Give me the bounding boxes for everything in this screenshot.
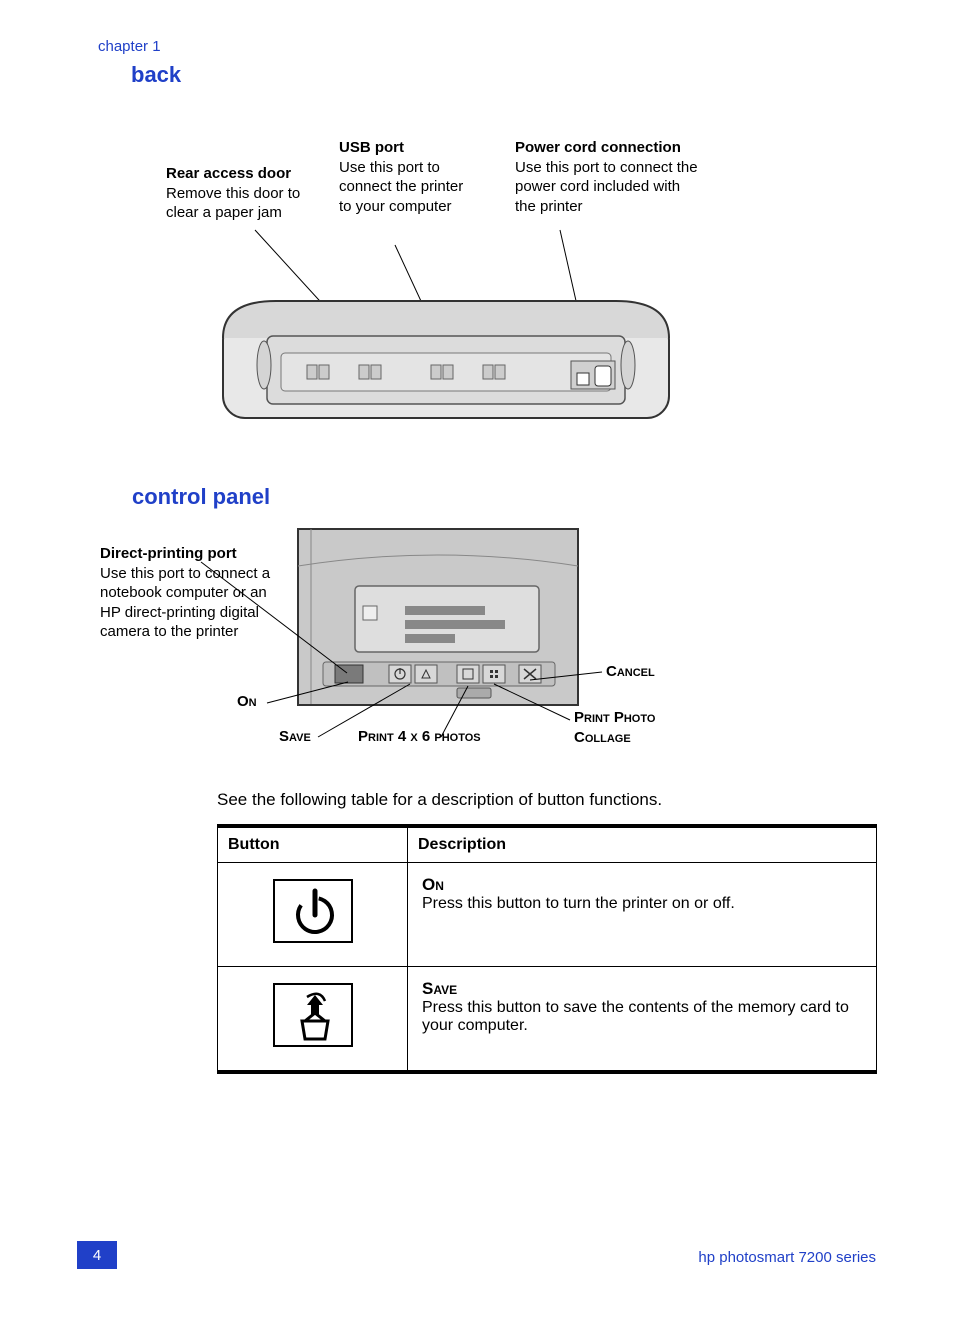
callout-title: Rear access door [166,165,291,182]
panel-label-cancel: Cancel [606,663,655,680]
callout-body: Use this port to connect a notebook comp… [100,565,270,641]
button-functions-table: Button Description On Press this button … [217,824,877,1074]
printer-control-panel-illustration [297,528,579,706]
button-name: On [422,875,444,894]
table-row: Save Press this button to save the conte… [218,967,877,1073]
callout-title: Direct-printing port [100,545,237,562]
table-header-button: Button [218,826,408,863]
heading-back: back [131,62,181,88]
callout-body: Use this port to connect the printer to … [339,159,463,215]
power-icon [273,879,353,943]
button-name: Save [422,979,457,998]
panel-label-print-photo-collage: Print Photo Collage [574,708,694,747]
callout-rear-access-door: Rear access door Remove this door to cle… [166,164,326,223]
button-description-text: Press this button to turn the printer on… [422,895,735,912]
panel-label-on: On [237,693,257,710]
heading-control-panel: control panel [132,484,270,510]
save-icon [273,983,353,1047]
callout-direct-printing-port: Direct-printing port Use this port to co… [100,544,280,642]
callout-body: Use this port to connect the power cord … [515,159,698,215]
callout-title: Power cord connection [515,139,681,156]
button-description-text: Press this button to save the contents o… [422,999,849,1034]
button-icon-save [218,967,408,1073]
callout-body: Remove this door to clear a paper jam [166,185,300,222]
panel-label-print-4x6: Print 4 x 6 photos [358,728,481,745]
chapter-header: chapter 1 [98,38,161,55]
callout-power-cord: Power cord connection Use this port to c… [515,138,705,216]
page-number: 4 [77,1241,117,1269]
button-desc-on: On Press this button to turn the printer… [408,863,877,967]
panel-label-save: Save [279,728,311,745]
button-icon-on [218,863,408,967]
callout-usb-port: USB port Use this port to connect the pr… [339,138,469,216]
button-desc-save: Save Press this button to save the conte… [408,967,877,1073]
callout-title: USB port [339,139,404,156]
footer-product-name: hp photosmart 7200 series [698,1249,876,1266]
table-row: On Press this button to turn the printer… [218,863,877,967]
printer-back-illustration [221,293,671,431]
table-header-description: Description [408,826,877,863]
table-intro-text: See the following table for a descriptio… [217,790,662,810]
